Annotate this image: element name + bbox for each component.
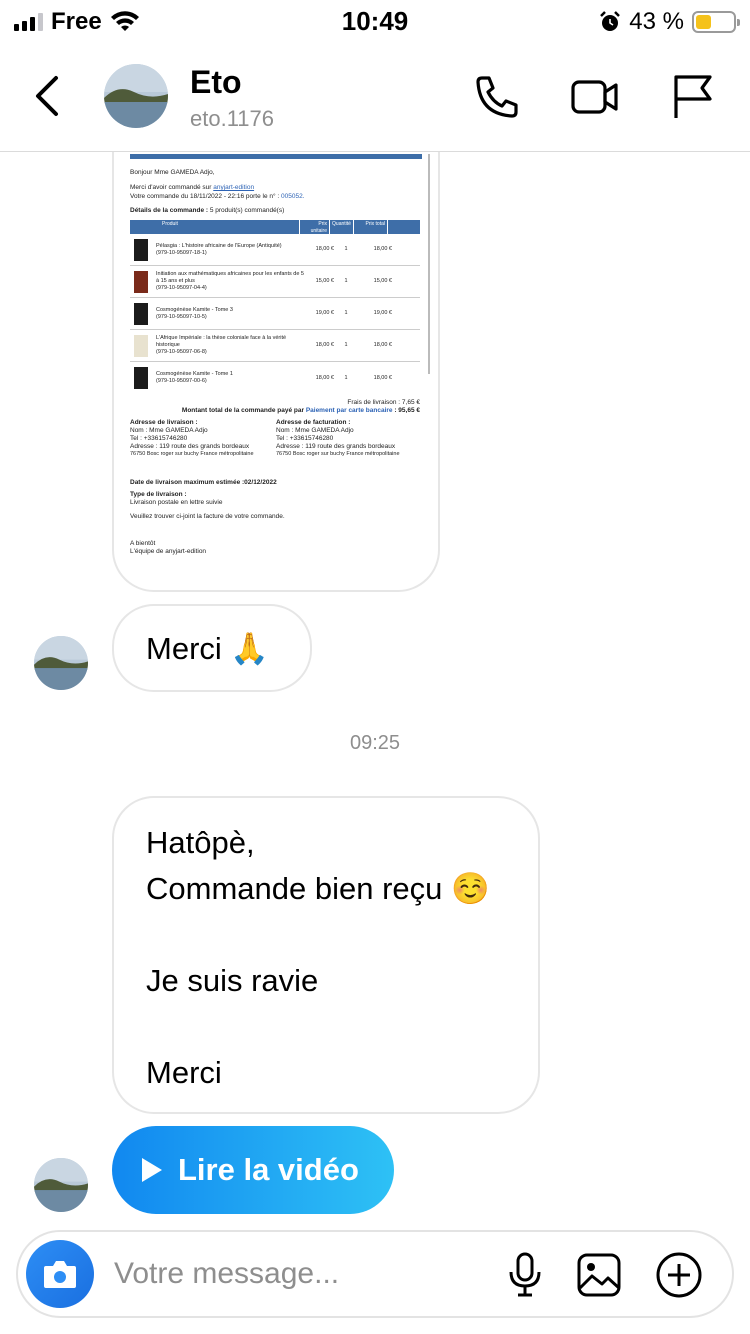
invoice-row: Initiation aux mathématiques africaines … (130, 266, 420, 298)
message-line: Je suis ravie (146, 963, 319, 998)
invoice-order-line: Votre commande du 18/11/2022 - 22:16 por… (130, 193, 305, 200)
play-video-button[interactable]: Lire la vidéo (112, 1126, 394, 1214)
camera-button[interactable] (26, 1240, 94, 1308)
back-chevron-icon[interactable] (28, 72, 68, 120)
invoice-image-message[interactable]: Bonjour Mme GAMEDA Adjo, Merci d'avoir c… (112, 152, 440, 592)
invoice-row: Pélasgia : L'histoire africaine de l'Eur… (130, 234, 420, 266)
message-line (146, 1004, 506, 1050)
invoice-greeting: Bonjour Mme GAMEDA Adjo, (130, 169, 215, 176)
invoice-max-date: Date de livraison maximum estimée :02/12… (130, 479, 277, 486)
chat-header: Eto eto.1176 (0, 44, 750, 152)
invoice-details-heading: Détails de la commande : 5 produit(s) co… (130, 207, 285, 214)
book-cover-thumbnail (134, 302, 148, 325)
message-line: Hatôpè, (146, 825, 255, 860)
message-line (146, 912, 506, 958)
sender-avatar[interactable] (34, 636, 88, 690)
contact-avatar[interactable] (104, 64, 168, 128)
book-cover-thumbnail (134, 270, 148, 293)
battery-percentage: 43 % (629, 8, 684, 35)
message-bubble[interactable]: Hatôpè, Commande bien reçu ☺️ Je suis ra… (112, 796, 540, 1114)
phone-icon[interactable] (472, 72, 522, 122)
message-input[interactable] (114, 1254, 484, 1294)
invoice-table-header: Produit Prix unitaire Quantité Prix tota… (130, 220, 420, 234)
message-composer (16, 1230, 734, 1318)
camera-icon (44, 1261, 76, 1288)
status-bar: Free 10:49 43 % (0, 0, 750, 44)
gallery-icon[interactable] (574, 1250, 624, 1300)
microphone-icon[interactable] (500, 1250, 550, 1300)
invoice-thanks: Merci d'avoir commandé sur anyjart-editi… (130, 184, 255, 191)
book-cover-thumbnail (134, 238, 148, 261)
book-cover-thumbnail (134, 367, 148, 389)
contact-username[interactable]: eto.1176 (190, 106, 274, 132)
invoice-table: Produit Prix unitaire Quantité Prix tota… (130, 220, 420, 394)
invoice-row: Cosmogénèse Kamite - Tome 1 (979-10-95097… (130, 362, 420, 394)
invoice-screenshot: Bonjour Mme GAMEDA Adjo, Merci d'avoir c… (130, 152, 430, 590)
invoice-row: L'Afrique Impériale : la thèse coloniale… (130, 330, 420, 362)
message-bubble[interactable]: Merci 🙏 (112, 604, 312, 692)
plus-circle-icon[interactable] (654, 1250, 704, 1300)
sender-avatar[interactable] (34, 1158, 88, 1212)
message-line: Merci (146, 1055, 222, 1090)
flag-icon[interactable] (668, 72, 718, 122)
alarm-icon (600, 11, 621, 31)
invoice-total: Montant total de la commande payé par Pa… (181, 407, 420, 414)
message-timestamp: 09:25 (349, 732, 401, 754)
message-text: Merci 🙏 (146, 631, 269, 666)
invoice-row: Cosmogénèse Kamite - Tome 3 (979-10-95097… (130, 298, 420, 330)
play-video-label: Lire la vidéo (178, 1152, 359, 1187)
battery-icon (692, 11, 740, 33)
message-line: Commande bien reçu ☺️ (146, 871, 490, 906)
play-icon (142, 1158, 162, 1182)
message-list[interactable]: Bonjour Mme GAMEDA Adjo, Merci d'avoir c… (0, 152, 750, 1230)
contact-name[interactable]: Eto (190, 64, 242, 101)
book-cover-thumbnail (134, 334, 148, 357)
video-camera-icon[interactable] (570, 72, 620, 122)
